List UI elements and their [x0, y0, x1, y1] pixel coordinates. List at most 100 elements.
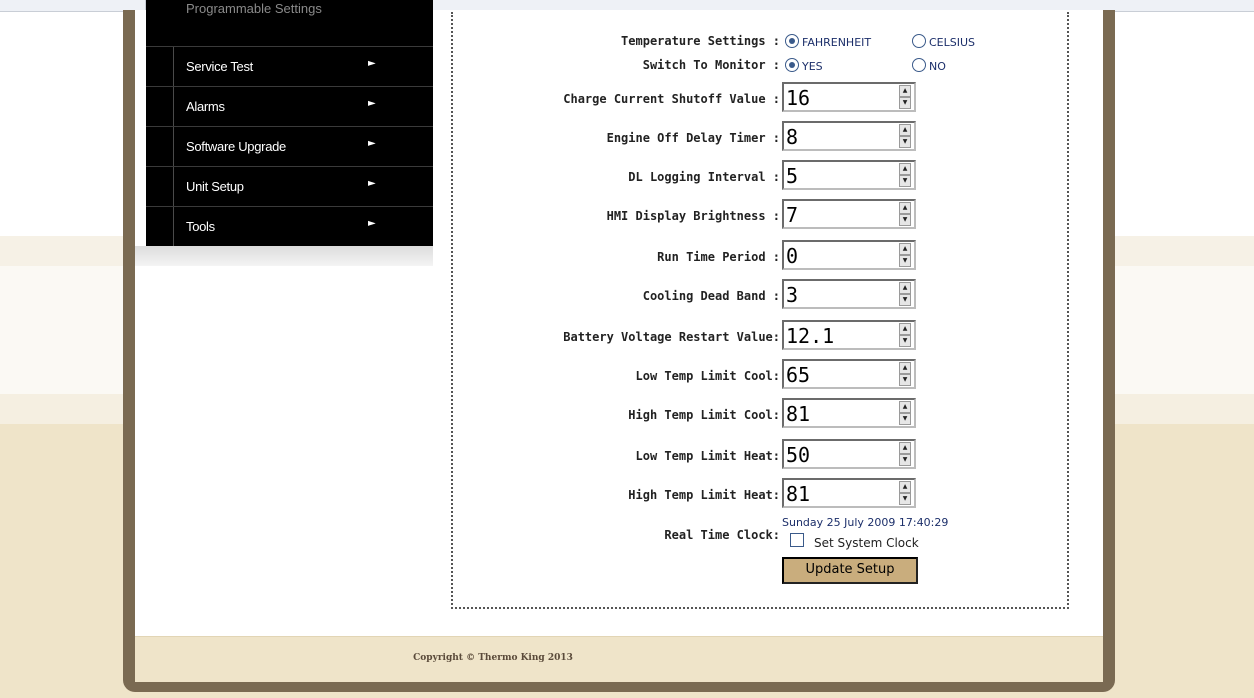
spin-down-icon[interactable]: ▼ [899, 175, 911, 187]
chevron-right-icon: ► [368, 218, 376, 229]
spin-buttons: ▲ ▼ [899, 163, 913, 187]
sidebar-item-label: Software Upgrade [186, 139, 286, 154]
high-temp-limit-cool-input[interactable]: 81 ▲ ▼ [782, 398, 916, 428]
chevron-right-icon: ► [368, 138, 376, 149]
spin-down-icon[interactable]: ▼ [899, 454, 911, 466]
sidebar-item-software-upgrade[interactable]: Software Upgrade ► [146, 126, 433, 167]
spin-value: 8 [786, 125, 799, 149]
spin-down-icon[interactable]: ▼ [899, 493, 911, 505]
spin-buttons: ▲ ▼ [899, 481, 913, 505]
hmi-display-brightness-input[interactable]: 7 ▲ ▼ [782, 199, 916, 229]
footer: Copyright © Thermo King 2013 [135, 636, 1103, 682]
charge-current-shutoff-input[interactable]: 16 ▲ ▼ [782, 82, 916, 112]
engine-off-delay-input[interactable]: 8 ▲ ▼ [782, 121, 916, 151]
low-temp-limit-heat-label: Low Temp Limit Heat: [635, 449, 781, 463]
low-temp-limit-cool-label: Low Temp Limit Cool: [635, 369, 781, 383]
fahrenheit-radio[interactable] [785, 34, 799, 48]
sidebar-item-programmable-settings[interactable]: Programmable Settings [186, 1, 322, 16]
spin-value: 0 [786, 244, 799, 268]
spin-buttons: ▲ ▼ [899, 362, 913, 386]
spin-down-icon[interactable]: ▼ [899, 335, 911, 347]
low-temp-limit-cool-input[interactable]: 65 ▲ ▼ [782, 359, 916, 389]
fahrenheit-radio-label: FAHRENHEIT [802, 36, 872, 49]
spin-buttons: ▲ ▼ [899, 401, 913, 425]
spin-down-icon[interactable]: ▼ [899, 413, 911, 425]
menu-divider [173, 167, 174, 207]
spin-up-icon[interactable]: ▲ [899, 243, 911, 255]
spin-value: 50 [786, 443, 811, 467]
sidebar-menu-shadow [135, 246, 433, 266]
sidebar-item-label: Service Test [186, 59, 253, 74]
high-temp-limit-heat-label: High Temp Limit Heat: [628, 488, 780, 502]
cooling-dead-band-input[interactable]: 3 ▲ ▼ [782, 279, 916, 309]
spin-up-icon[interactable]: ▲ [899, 202, 911, 214]
spin-buttons: ▲ ▼ [899, 323, 913, 347]
run-time-period-input[interactable]: 0 ▲ ▼ [782, 240, 916, 270]
spin-buttons: ▲ ▼ [899, 282, 913, 306]
spin-up-icon[interactable]: ▲ [899, 282, 911, 294]
spin-value: 12.1 [786, 324, 835, 348]
spin-down-icon[interactable]: ▼ [899, 255, 911, 267]
chevron-right-icon: ► [368, 178, 376, 189]
monitor-no-radio[interactable] [912, 58, 926, 72]
high-temp-limit-heat-input[interactable]: 81 ▲ ▼ [782, 478, 916, 508]
engine-off-delay-label: Engine Off Delay Timer : [606, 131, 780, 145]
sidebar-item-alarms[interactable]: Alarms ► [146, 86, 433, 127]
chevron-right-icon: ► [368, 98, 376, 109]
spin-down-icon[interactable]: ▼ [899, 214, 911, 226]
set-system-clock-checkbox[interactable] [790, 533, 804, 547]
menu-divider [173, 87, 174, 127]
spin-buttons: ▲ ▼ [899, 442, 913, 466]
switch-to-monitor-label: Switch To Monitor : [642, 58, 780, 72]
monitor-yes-radio[interactable] [785, 58, 799, 72]
low-temp-limit-heat-input[interactable]: 50 ▲ ▼ [782, 439, 916, 469]
spin-up-icon[interactable]: ▲ [899, 401, 911, 413]
temperature-settings-label: Temperature Settings : [621, 34, 780, 48]
spin-value: 16 [786, 86, 811, 110]
spin-buttons: ▲ ▼ [899, 243, 913, 267]
spin-buttons: ▲ ▼ [899, 124, 913, 148]
spin-value: 5 [786, 164, 799, 188]
spin-up-icon[interactable]: ▲ [899, 124, 911, 136]
spin-down-icon[interactable]: ▼ [899, 374, 911, 386]
spin-buttons: ▲ ▼ [899, 202, 913, 226]
spin-down-icon[interactable]: ▼ [899, 294, 911, 306]
spin-down-icon[interactable]: ▼ [899, 97, 911, 109]
hmi-display-brightness-label: HMI Display Brightness : [606, 209, 780, 223]
charge-current-shutoff-label: Charge Current Shutoff Value : [563, 92, 780, 106]
spin-up-icon[interactable]: ▲ [899, 163, 911, 175]
sidebar-menu: Programmable Settings Service Test ► Ala… [146, 0, 433, 247]
spin-value: 3 [786, 283, 799, 307]
dl-logging-interval-input[interactable]: 5 ▲ ▼ [782, 160, 916, 190]
spin-up-icon[interactable]: ▲ [899, 362, 911, 374]
sidebar-item-label: Tools [186, 219, 215, 234]
chevron-right-icon: ► [368, 58, 376, 69]
menu-divider [173, 207, 174, 247]
spin-down-icon[interactable]: ▼ [899, 136, 911, 148]
spin-up-icon[interactable]: ▲ [899, 442, 911, 454]
spin-up-icon[interactable]: ▲ [899, 323, 911, 335]
celsius-radio-label: CELSIUS [929, 36, 976, 49]
spin-buttons: ▲ ▼ [899, 85, 913, 109]
monitor-no-radio-label: NO [929, 60, 946, 73]
sidebar-item-tools[interactable]: Tools ► [146, 206, 433, 247]
battery-voltage-restart-input[interactable]: 12.1 ▲ ▼ [782, 320, 916, 350]
menu-divider [173, 127, 174, 167]
sidebar-item-label: Unit Setup [186, 179, 244, 194]
spin-value: 81 [786, 482, 811, 506]
cooling-dead-band-label: Cooling Dead Band : [642, 289, 780, 303]
spin-value: 7 [786, 203, 799, 227]
spin-up-icon[interactable]: ▲ [899, 85, 911, 97]
spin-up-icon[interactable]: ▲ [899, 481, 911, 493]
run-time-period-label: Run Time Period : [657, 250, 780, 264]
copyright-text: Copyright © Thermo King 2013 [413, 653, 573, 663]
high-temp-limit-cool-label: High Temp Limit Cool: [628, 408, 780, 422]
update-setup-button[interactable]: Update Setup [782, 557, 918, 584]
sidebar-item-service-test[interactable]: Service Test ► [146, 46, 433, 87]
dl-logging-interval-label: DL Logging Interval : [628, 170, 780, 184]
real-time-clock-label: Real Time Clock: [664, 528, 780, 542]
sidebar-item-unit-setup[interactable]: Unit Setup ► [146, 166, 433, 207]
battery-voltage-restart-label: Battery Voltage Restart Value: [563, 330, 780, 344]
real-time-clock-value: Sunday 25 July 2009 17:40:29 [782, 516, 949, 529]
celsius-radio[interactable] [912, 34, 926, 48]
